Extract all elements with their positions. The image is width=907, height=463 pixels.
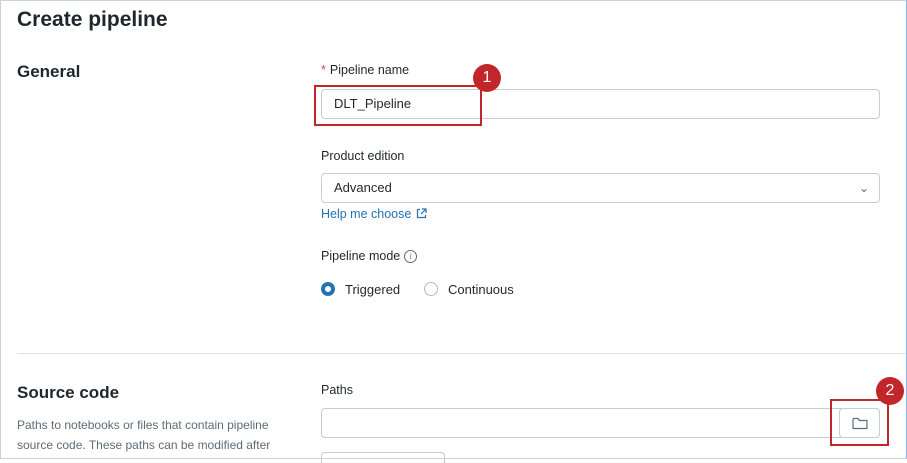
annotation-badge-1: 1 [473, 64, 501, 92]
product-edition-value: Advanced [334, 180, 392, 195]
help-me-choose-link[interactable]: Help me choose [321, 207, 427, 221]
radio-continuous-label[interactable]: Continuous [448, 282, 514, 297]
pipeline-mode-label: Pipeline mode i [321, 249, 418, 263]
required-mark: * [321, 63, 326, 77]
page-frame [0, 0, 907, 459]
paths-label: Paths [321, 383, 353, 397]
help-me-choose-text: Help me choose [321, 207, 412, 221]
radio-triggered-label[interactable]: Triggered [345, 282, 400, 297]
paths-input[interactable] [321, 408, 880, 438]
source-code-section-title: Source code [17, 383, 120, 402]
pipeline-name-label-text: Pipeline name [329, 63, 410, 77]
page-title: Create pipeline [17, 8, 168, 31]
product-edition-select[interactable]: Advanced ⌄ [321, 173, 880, 203]
external-link-icon [416, 208, 427, 221]
annotation-box-1 [314, 85, 482, 126]
secondary-input-partial[interactable] [321, 452, 445, 463]
product-edition-label: Product edition [321, 149, 405, 163]
radio-continuous[interactable] [424, 282, 438, 296]
annotation-badge-2: 2 [876, 377, 904, 405]
pipeline-mode-label-text: Pipeline mode [321, 249, 401, 263]
section-divider [17, 353, 905, 354]
annotation-box-2 [830, 399, 889, 446]
radio-triggered[interactable] [321, 282, 335, 296]
source-code-description: Paths to notebooks or files that contain… [17, 418, 271, 452]
chevron-down-icon: ⌄ [858, 181, 869, 195]
general-section-title: General [17, 62, 81, 81]
info-icon[interactable]: i [404, 250, 418, 263]
pipeline-name-label: * Pipeline name [321, 63, 409, 77]
